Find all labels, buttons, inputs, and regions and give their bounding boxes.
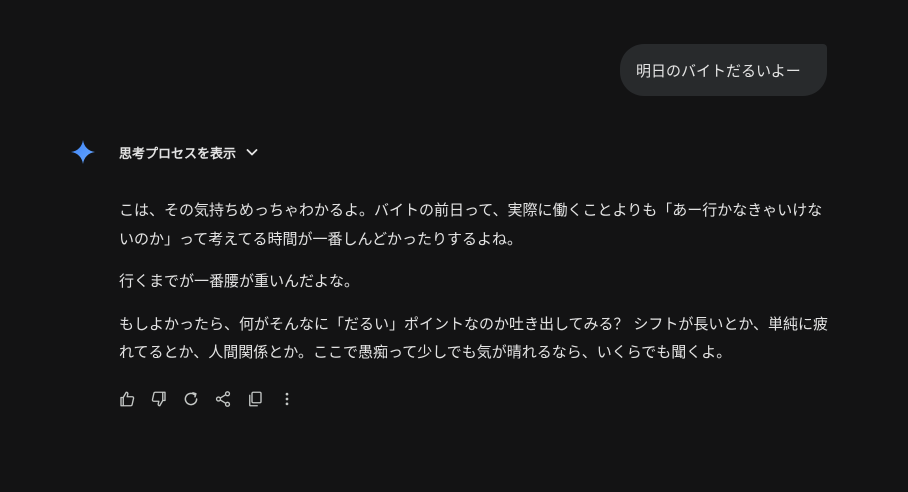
share-icon: [215, 391, 231, 407]
copy-icon: [249, 391, 262, 407]
model-response: こは、その気持ちめっちゃわかるよ。バイトの前日って、実際に働くことよりも「あー行…: [119, 196, 831, 381]
more-vertical-icon: [285, 392, 289, 406]
user-message-bubble: 明日のバイトだるいよー: [620, 44, 827, 96]
response-paragraph: もしよかったら、何がそんなに「だるい」ポイントなのか吐き出してみる？ シフトが長…: [119, 314, 829, 362]
show-thinking-toggle[interactable]: 思考プロセスを表示: [119, 141, 260, 163]
response-paragraph: 行くまでが一番腰が重いんだよな。: [119, 272, 360, 290]
gemini-sparkle-icon: [70, 139, 96, 165]
response-paragraph: こは、その気持ちめっちゃわかるよ。バイトの前日って、実際に働くことよりも「あー行…: [119, 201, 823, 248]
thumbs-up-icon: [120, 391, 135, 407]
share-button[interactable]: [213, 389, 233, 409]
chat-page: 明日のバイトだるいよー 思考プロセスを表示 こは、その気持ちめっちゃわかるよ。バ…: [0, 0, 908, 492]
regenerate-button[interactable]: [181, 389, 201, 409]
thumbs-down-icon: [151, 391, 166, 407]
refresh-icon: [184, 392, 198, 406]
thumbs-down-button[interactable]: [149, 389, 169, 409]
thinking-label: 思考プロセスを表示: [119, 146, 237, 162]
response-action-bar: [117, 389, 297, 409]
more-options-button[interactable]: [277, 389, 297, 409]
chevron-down-icon: [246, 149, 258, 156]
copy-button[interactable]: [245, 389, 265, 409]
thumbs-up-button[interactable]: [117, 389, 137, 409]
user-message-text: 明日のバイトだるいよー: [636, 61, 801, 80]
